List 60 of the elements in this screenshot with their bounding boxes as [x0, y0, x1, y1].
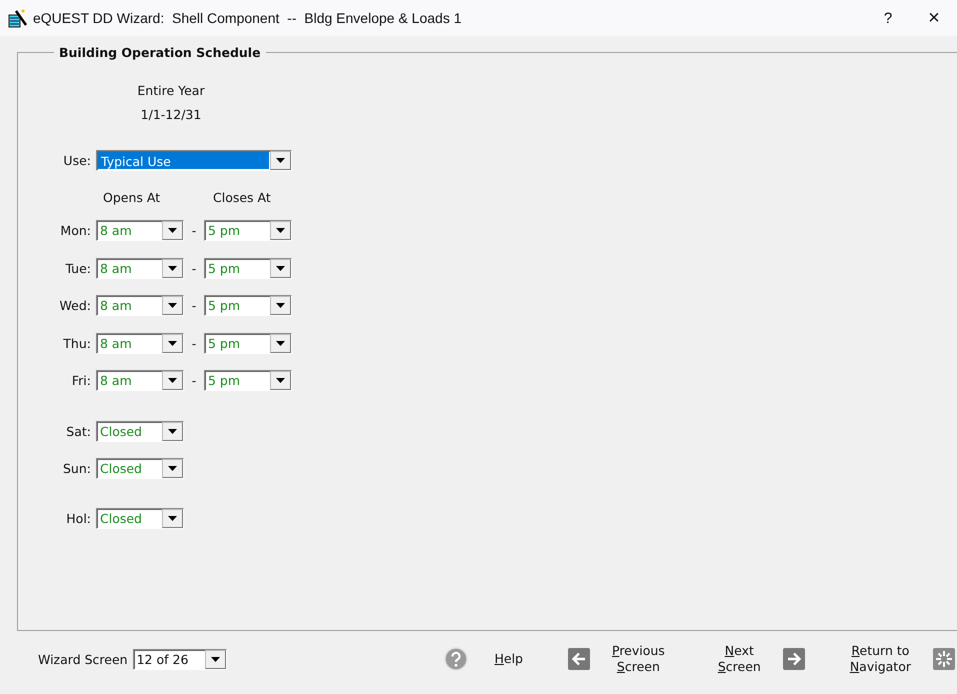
separator-dash: - — [190, 336, 198, 351]
close-button[interactable]: × — [911, 0, 957, 36]
period-range: 1/1-12/31 — [140, 107, 202, 122]
day-label: Fri: — [70, 373, 92, 388]
wizard-screen-label: Wizard Screen — [38, 652, 128, 666]
separator-dash: - — [190, 260, 198, 276]
opens-dropdown[interactable]: 8 am — [96, 332, 184, 354]
closes-dropdown[interactable]: 5 pm — [204, 370, 292, 392]
next-link[interactable]: Next Screen — [710, 643, 769, 675]
column-header: Closes At — [213, 190, 271, 205]
dropdown-arrow-icon — [168, 466, 177, 472]
status-dropdown[interactable]: Closed — [96, 420, 184, 442]
dropdown-arrow-icon — [276, 340, 285, 346]
opens-dropdown[interactable]: 8 am — [96, 370, 184, 392]
dropdown-arrow-icon — [168, 228, 177, 234]
dropdown-arrow-icon — [276, 378, 285, 384]
day-label: Tue: — [64, 260, 92, 276]
dropdown-arrow-icon — [168, 516, 177, 521]
wizard-screen-dropdown[interactable]: 12 of 26 — [132, 648, 227, 670]
separator-dash: - — [190, 298, 198, 314]
dropdown-arrow-icon — [276, 228, 285, 234]
previous-link[interactable]: Previous Screen — [604, 643, 673, 675]
day-label: Sun: — [62, 461, 92, 476]
status-dropdown[interactable]: Closed — [96, 508, 184, 529]
separator-dash: - — [190, 223, 198, 238]
group-title: Building Operation Schedule — [58, 45, 262, 60]
dropdown-arrow-icon — [276, 266, 285, 271]
dropdown-arrow-icon — [276, 303, 285, 308]
dropdown-arrow-icon — [168, 378, 177, 384]
day-label: Wed: — [58, 298, 92, 314]
dropdown-arrow-icon — [168, 266, 177, 271]
dropdown-arrow-icon — [168, 340, 177, 346]
opens-dropdown[interactable]: 8 am — [96, 220, 184, 242]
column-header: Opens At — [103, 190, 162, 205]
day-label: Sat: — [65, 424, 92, 439]
window-title: eQUEST DD Wizard: Shell Component -- Bldg Envelope & Loads 1 — [33, 10, 462, 26]
dropdown-arrow-icon — [276, 158, 285, 163]
help-link[interactable]: Help — [486, 651, 531, 667]
navigator-link[interactable]: Return to Navigator — [842, 643, 919, 675]
use-label: Use: — [62, 153, 92, 168]
closes-dropdown[interactable]: 5 pm — [204, 220, 292, 242]
use-dropdown[interactable]: Typical Use — [96, 150, 292, 171]
separator-dash: - — [190, 373, 198, 388]
day-label: Mon: — [59, 223, 92, 238]
closes-dropdown[interactable]: 5 pm — [204, 258, 292, 279]
opens-dropdown[interactable]: 8 am — [96, 295, 184, 316]
dropdown-arrow-icon — [168, 303, 177, 308]
help-icon[interactable] — [444, 647, 468, 671]
app-icon — [8, 8, 28, 28]
closes-dropdown[interactable]: 5 pm — [204, 332, 292, 354]
period-title: Entire Year — [137, 83, 205, 98]
status-dropdown[interactable]: Closed — [96, 458, 184, 480]
day-label: Thu: — [62, 336, 92, 351]
day-label: Hol: — [65, 510, 92, 526]
opens-dropdown[interactable]: 8 am — [96, 258, 184, 279]
closes-dropdown[interactable]: 5 pm — [204, 295, 292, 316]
sparkle-icon[interactable] — [933, 648, 955, 670]
dropdown-arrow-icon — [168, 428, 177, 434]
help-button[interactable]: ? — [865, 0, 911, 36]
dropdown-arrow-icon — [210, 656, 220, 662]
